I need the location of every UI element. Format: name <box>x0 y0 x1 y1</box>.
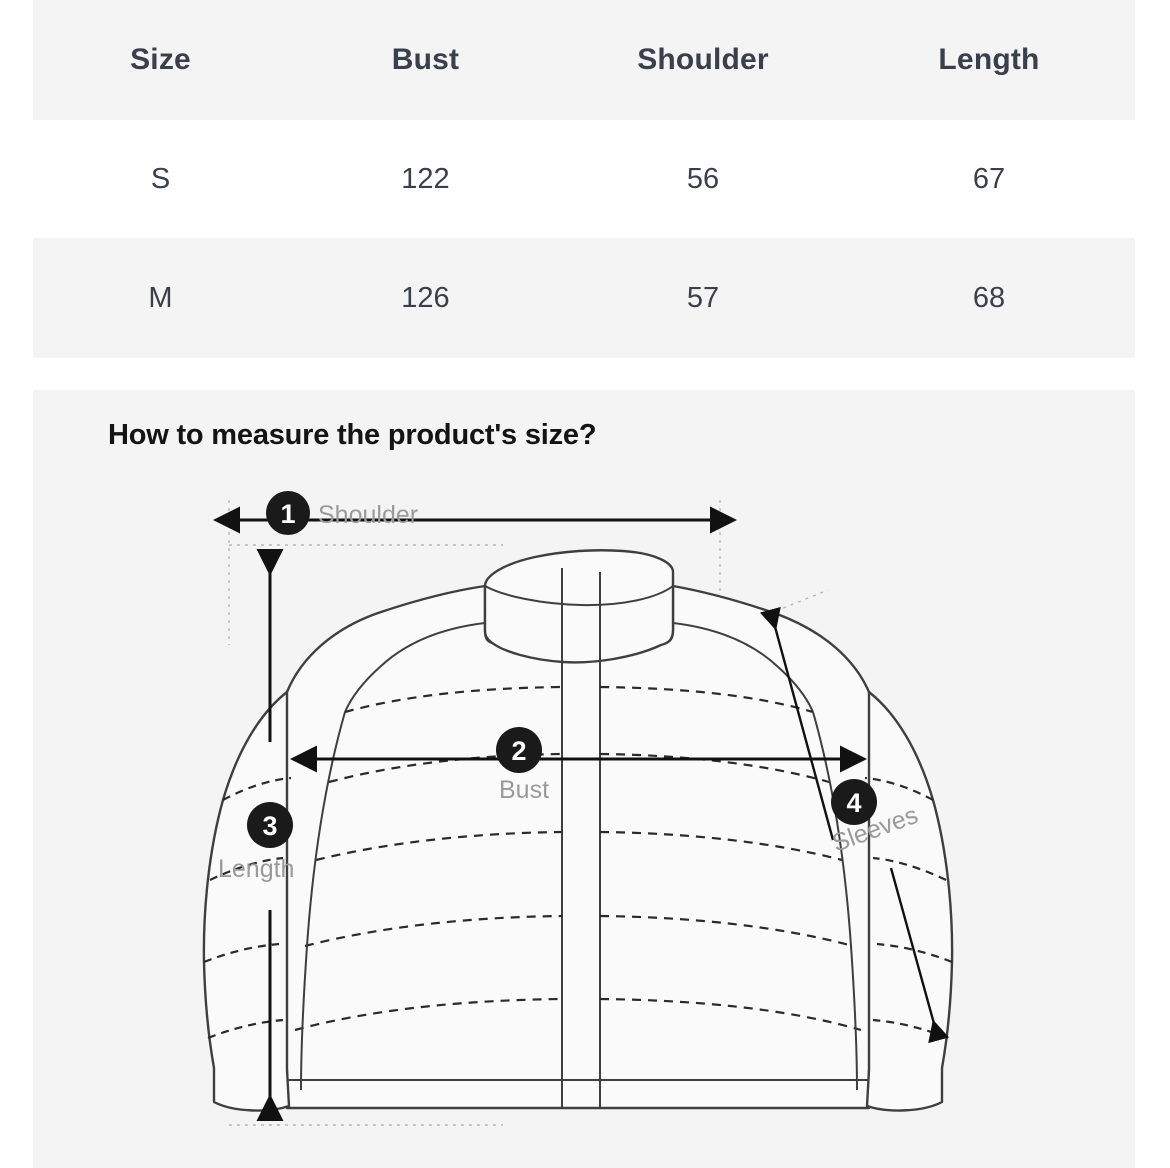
length-label: Length <box>218 855 294 883</box>
shoulder-label: Shoulder <box>318 501 418 529</box>
stand-collar <box>483 549 675 664</box>
size-chart-page: Size Bust Shoulder Length S 122 56 67 M … <box>0 0 1170 1168</box>
cell-size: S <box>150 162 171 195</box>
cell-length: 67 <box>972 162 1006 195</box>
badge-4-number: 4 <box>846 788 861 818</box>
left-sleeve <box>202 690 291 1112</box>
cell-size: M <box>148 281 173 314</box>
badge-3-number: 3 <box>262 811 277 841</box>
column-header-bust: Bust <box>391 43 460 76</box>
badge-1-number: 1 <box>280 499 295 529</box>
size-table: Size Bust Shoulder Length S 122 56 67 M … <box>33 0 1135 358</box>
jacket-outline <box>264 584 892 1110</box>
bust-label: Bust <box>499 776 549 804</box>
measurement-diagram-panel: How to measure the product's size? 1 Sho… <box>33 390 1135 1168</box>
table-header-row: Size Bust Shoulder Length <box>33 0 1135 120</box>
table-diagram-divider <box>0 358 1170 390</box>
table-row: S 122 56 67 <box>33 120 1135 238</box>
cell-shoulder: 57 <box>686 281 720 314</box>
column-header-shoulder: Shoulder <box>637 43 769 76</box>
cell-bust: 126 <box>401 281 450 314</box>
jacket-diagram: 1 Shoulder 2 Bust 3 Length 4 Sleeves <box>33 390 1135 1168</box>
right-sleeve <box>865 690 954 1112</box>
cell-shoulder: 56 <box>686 162 720 195</box>
cell-length: 68 <box>972 281 1006 314</box>
column-header-length: Length <box>938 43 1040 76</box>
cell-bust: 122 <box>401 162 450 195</box>
column-header-size: Size <box>130 43 191 76</box>
table-row: M 126 57 68 <box>33 238 1135 358</box>
badge-2-number: 2 <box>511 736 526 766</box>
